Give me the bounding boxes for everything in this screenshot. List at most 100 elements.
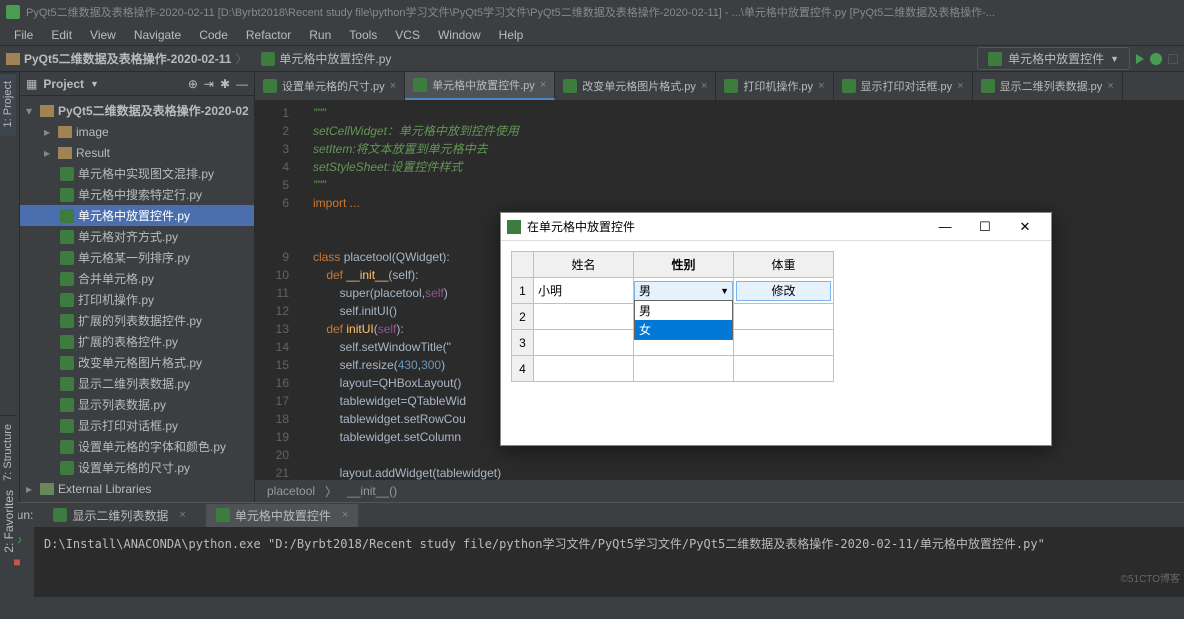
menu-tools[interactable]: Tools (341, 26, 385, 44)
close-icon[interactable]: × (701, 80, 707, 92)
tree-file[interactable]: 设置单元格的尺寸.py (20, 457, 254, 478)
editor-tab[interactable]: 设置单元格的尺寸.py× (255, 72, 405, 100)
table-cell[interactable] (534, 356, 634, 382)
close-icon[interactable]: × (540, 79, 546, 91)
breadcrumb: placetool 〉 __init__() (255, 480, 1184, 502)
menu-vcs[interactable]: VCS (387, 26, 428, 44)
table-cell[interactable]: 小明 (534, 278, 634, 304)
table-cell[interactable] (734, 356, 834, 382)
tree-file[interactable]: 显示打印对话框.py (20, 415, 254, 436)
tree-root[interactable]: ▾PyQt5二维数据及表格操作-2020-02 (20, 100, 254, 121)
breadcrumb-item[interactable]: placetool (267, 484, 315, 498)
python-icon (724, 79, 738, 93)
tree-file[interactable]: 显示列表数据.py (20, 394, 254, 415)
editor-tab[interactable]: 改变单元格图片格式.py× (555, 72, 716, 100)
editor-tab[interactable]: 打印机操作.py× (716, 72, 833, 100)
tree-file[interactable]: 改变单元格图片格式.py (20, 352, 254, 373)
project-tree: ▾PyQt5二维数据及表格操作-2020-02 ▸image ▸Result 单… (20, 96, 254, 502)
python-icon (413, 78, 427, 92)
menu-run[interactable]: Run (301, 26, 339, 44)
menu-view[interactable]: View (82, 26, 124, 44)
tree-external-libraries[interactable]: ▸External Libraries (20, 478, 254, 499)
row-header[interactable]: 3 (512, 330, 534, 356)
hide-icon[interactable]: — (236, 77, 248, 91)
status-bar (0, 597, 1184, 619)
python-icon (988, 52, 1002, 66)
run-tab[interactable]: 显示二维列表数据× (43, 504, 195, 527)
tool-tab-structure[interactable]: 7: Structure (0, 415, 16, 489)
project-header: ▦ Project ▼ ⊕ ⇥ ✱ — (20, 72, 254, 96)
navigation-bar: PyQt5二维数据及表格操作-2020-02-11 〉 单元格中放置控件.py … (0, 46, 1184, 72)
column-header[interactable]: 体重 (734, 252, 834, 278)
table-cell[interactable] (534, 330, 634, 356)
combo-option-selected[interactable]: 女 (635, 320, 732, 339)
table-cell[interactable] (734, 330, 834, 356)
tree-file[interactable]: 单元格中实现图文混排.py (20, 163, 254, 184)
project-view-icon: ▦ (26, 77, 37, 91)
minimize-button[interactable]: — (925, 215, 965, 238)
row-header[interactable]: 1 (512, 278, 534, 304)
close-icon[interactable]: × (342, 509, 348, 521)
tree-file[interactable]: 扩展的表格控件.py (20, 331, 254, 352)
column-header[interactable]: 性别 (634, 252, 734, 278)
tree-file[interactable]: 单元格某一列排序.py (20, 247, 254, 268)
run-button[interactable] (1136, 54, 1144, 64)
row-header[interactable]: 4 (512, 356, 534, 382)
close-button[interactable]: ✕ (1005, 215, 1045, 239)
close-icon[interactable]: × (179, 509, 185, 521)
qtable-widget[interactable]: 姓名 性别 体重 1 小明 男 ▼ 男 女 (511, 251, 834, 382)
table-cell[interactable] (634, 356, 734, 382)
tree-file[interactable]: 扩展的列表数据控件.py (20, 310, 254, 331)
gender-combobox[interactable]: 男 ▼ 男 女 (634, 281, 733, 301)
nav-project[interactable]: PyQt5二维数据及表格操作-2020-02-11 (24, 50, 231, 67)
menu-navigate[interactable]: Navigate (126, 26, 189, 44)
breadcrumb-item[interactable]: __init__() (347, 484, 397, 498)
run-tab-active[interactable]: 单元格中放置控件× (206, 504, 358, 527)
tree-file[interactable]: 设置单元格的字体和颜色.py (20, 436, 254, 457)
tree-file[interactable]: 单元格中搜索特定行.py (20, 184, 254, 205)
menu-file[interactable]: File (6, 26, 41, 44)
menu-code[interactable]: Code (191, 26, 236, 44)
maximize-button[interactable]: ☐ (965, 215, 1005, 239)
combo-option[interactable]: 男 (635, 301, 732, 320)
run-header: Run: 显示二维列表数据× 单元格中放置控件× (0, 503, 1184, 527)
python-icon (563, 79, 577, 93)
nav-file[interactable]: 单元格中放置控件.py (279, 50, 391, 67)
editor-tab-active[interactable]: 单元格中放置控件.py× (405, 72, 555, 100)
debug-button[interactable] (1150, 53, 1162, 65)
close-icon[interactable]: × (957, 80, 963, 92)
close-icon[interactable]: × (390, 80, 396, 92)
table-cell[interactable] (534, 304, 634, 330)
menu-window[interactable]: Window (430, 26, 489, 44)
qt-body: 姓名 性别 体重 1 小明 男 ▼ 男 女 (501, 241, 1051, 392)
editor-tab[interactable]: 显示打印对话框.py× (834, 72, 973, 100)
stop-button[interactable] (1168, 54, 1178, 64)
menu-help[interactable]: Help (491, 26, 532, 44)
tool-tab-favorites[interactable]: 2: Favorites (0, 484, 18, 559)
table-cell[interactable] (734, 304, 834, 330)
tree-folder[interactable]: ▸Result (20, 142, 254, 163)
menu-refactor[interactable]: Refactor (238, 26, 299, 44)
line-gutter: 12345691011121314151617181920212223 (255, 104, 305, 518)
scroll-from-source-icon[interactable]: ⊕ (188, 77, 198, 91)
close-icon[interactable]: × (818, 80, 824, 92)
tree-file[interactable]: 显示二维列表数据.py (20, 373, 254, 394)
settings-icon[interactable]: ✱ (220, 77, 230, 91)
close-icon[interactable]: × (1107, 80, 1113, 92)
row-header[interactable]: 2 (512, 304, 534, 330)
tree-file[interactable]: 单元格对齐方式.py (20, 226, 254, 247)
column-header[interactable]: 姓名 (534, 252, 634, 278)
collapse-all-icon[interactable]: ⇥ (204, 77, 214, 91)
editor-tab[interactable]: 显示二维列表数据.py× (973, 72, 1123, 100)
modify-button[interactable]: 修改 (736, 281, 831, 301)
chevron-down-icon[interactable]: ▼ (90, 79, 99, 89)
run-output[interactable]: D:\Install\ANACONDA\python.exe "D:/Byrbt… (34, 527, 1184, 598)
run-configuration-selector[interactable]: 单元格中放置控件 ▼ (977, 47, 1130, 70)
tree-file[interactable]: 打印机操作.py (20, 289, 254, 310)
tool-tab-project[interactable]: 1: Project (0, 72, 16, 135)
python-icon (263, 79, 277, 93)
tree-file[interactable]: 合并单元格.py (20, 268, 254, 289)
tree-folder[interactable]: ▸image (20, 121, 254, 142)
tree-file-selected[interactable]: 单元格中放置控件.py (20, 205, 254, 226)
menu-edit[interactable]: Edit (43, 26, 80, 44)
